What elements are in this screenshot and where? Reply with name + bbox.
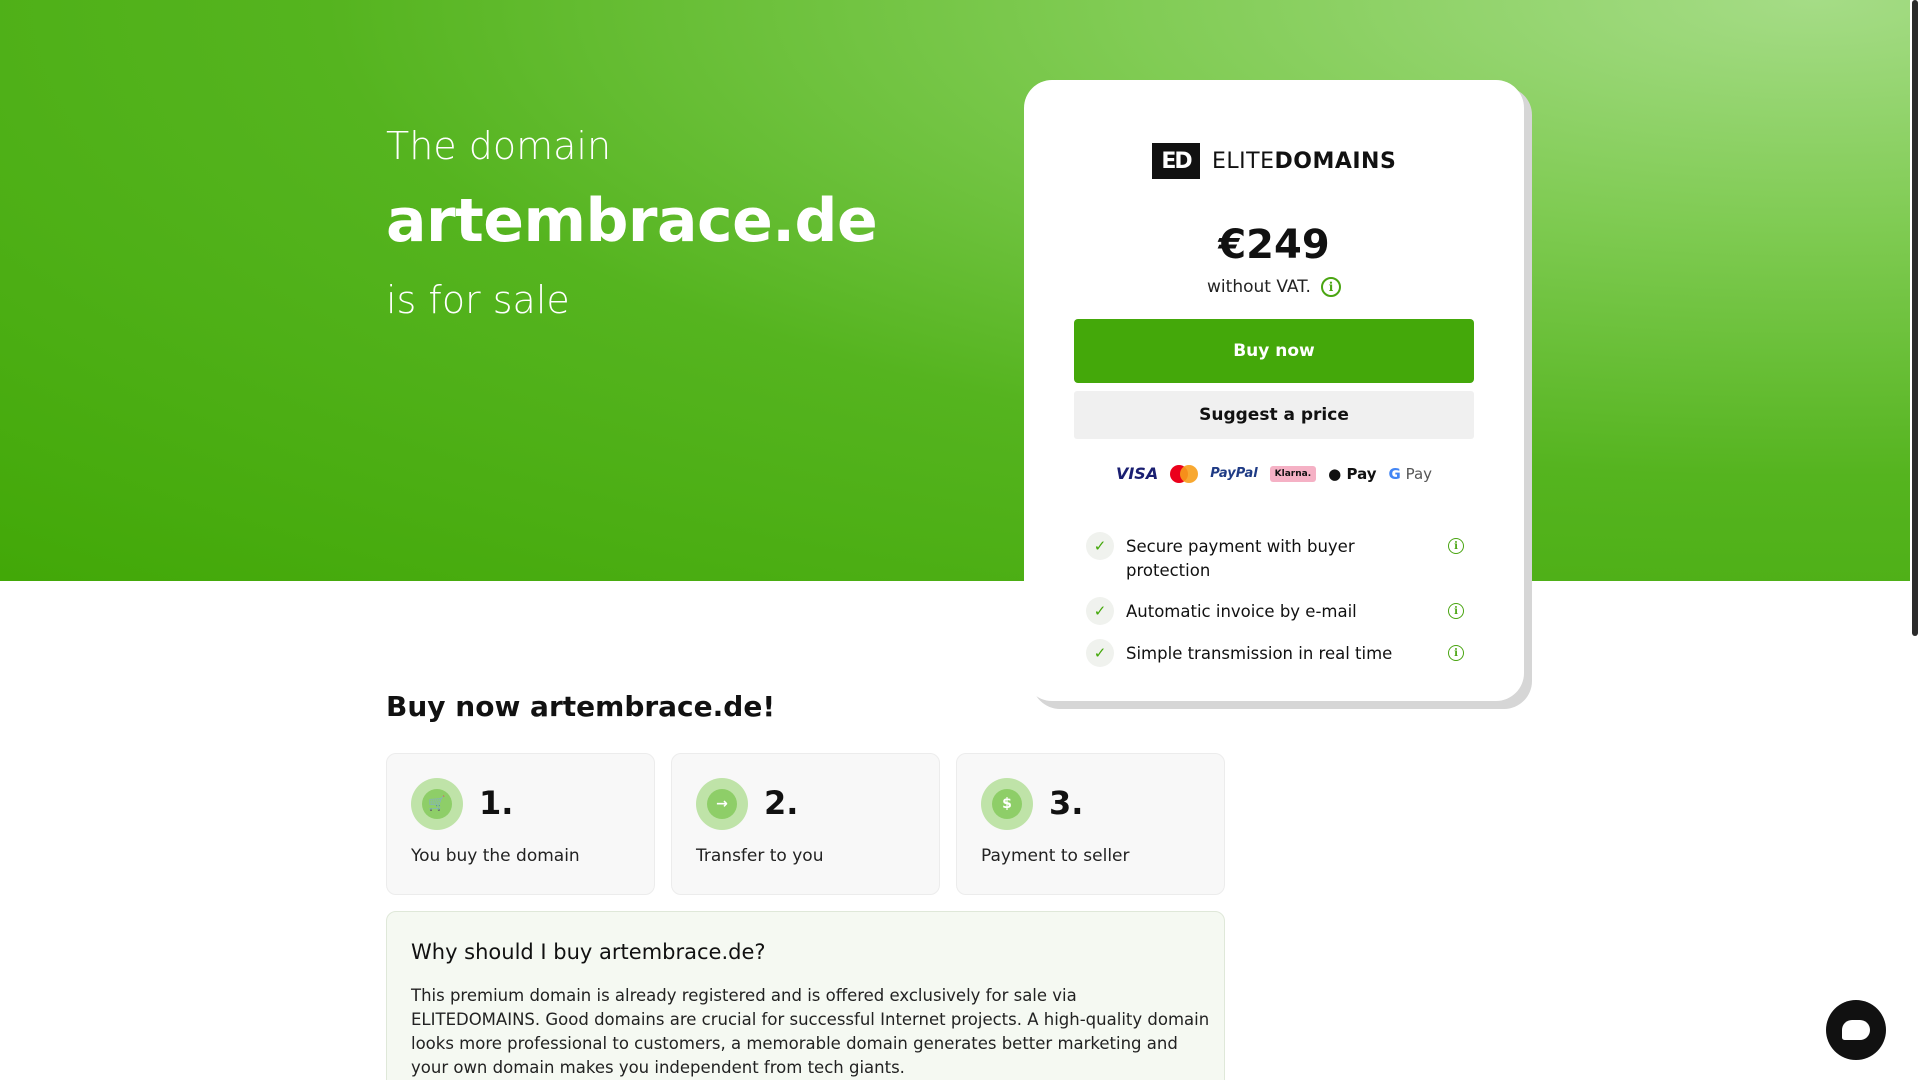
paypal-icon: PayPal bbox=[1210, 466, 1258, 481]
step-label: You buy the domain bbox=[411, 846, 580, 866]
hero-domain-name: artembrace.de bbox=[386, 186, 878, 256]
suggest-price-button[interactable]: Suggest a price bbox=[1074, 391, 1474, 439]
feature-label: Secure payment with buyer protection bbox=[1126, 537, 1355, 580]
step-number: 2. bbox=[764, 784, 799, 822]
feature-item: ✓ Secure payment with buyer protection i bbox=[1086, 532, 1466, 583]
purchase-card: ED ELITEDOMAINS €249 without VAT. i Buy … bbox=[1024, 80, 1524, 701]
info-icon[interactable]: i bbox=[1448, 538, 1464, 554]
info-icon[interactable]: i bbox=[1320, 277, 1341, 297]
check-icon: ✓ bbox=[1086, 532, 1114, 560]
payment-methods: VISA PayPal Klarna. ● Pay G Pay bbox=[1024, 464, 1524, 483]
hero-post-text: is for sale bbox=[386, 278, 570, 322]
klarna-icon: Klarna. bbox=[1269, 465, 1317, 482]
vat-label: without VAT. bbox=[1207, 277, 1311, 297]
steps-row: 🛒 1. You buy the domain → 2. Transfer to… bbox=[386, 753, 1225, 895]
check-icon: ✓ bbox=[1086, 597, 1114, 625]
scrollbar-thumb[interactable] bbox=[1912, 0, 1918, 636]
vat-note: without VAT. i bbox=[1024, 277, 1524, 297]
logo-text: ELITEDOMAINS bbox=[1212, 148, 1397, 174]
visa-icon: VISA bbox=[1115, 464, 1159, 483]
feature-list: ✓ Secure payment with buyer protection i… bbox=[1086, 532, 1466, 684]
info-icon[interactable]: i bbox=[1448, 645, 1464, 661]
mastercard-icon bbox=[1170, 464, 1199, 483]
feature-item: ✓ Simple transmission in real time i bbox=[1086, 639, 1466, 667]
hero-banner: The domain artembrace.de is for sale bbox=[0, 0, 1910, 581]
why-body: This premium domain is already registere… bbox=[411, 986, 1210, 1077]
chat-button[interactable] bbox=[1826, 1000, 1886, 1060]
feature-label: Simple transmission in real time bbox=[1126, 644, 1393, 663]
arrow-right-icon: → bbox=[696, 778, 748, 830]
section-title: Buy now artembrace.de! bbox=[386, 690, 776, 723]
buy-now-button[interactable]: Buy now bbox=[1074, 319, 1474, 383]
hero-text: The domain artembrace.de is for sale bbox=[386, 124, 878, 322]
check-icon: ✓ bbox=[1086, 639, 1114, 667]
step-card: 🛒 1. You buy the domain bbox=[386, 753, 655, 895]
step-label: Payment to seller bbox=[981, 846, 1130, 866]
price: €249 bbox=[1218, 222, 1330, 268]
dollar-icon: $ bbox=[981, 778, 1033, 830]
hero-pre-text: The domain bbox=[386, 124, 612, 168]
feature-item: ✓ Automatic invoice by e-mail i bbox=[1086, 597, 1466, 625]
scrollbar-track[interactable] bbox=[1910, 0, 1920, 1080]
step-card: → 2. Transfer to you bbox=[671, 753, 940, 895]
info-icon[interactable]: i bbox=[1448, 603, 1464, 619]
why-buy-box: Why should I buy artembrace.de? This pre… bbox=[386, 911, 1225, 1080]
elitedomains-logo[interactable]: ED ELITEDOMAINS bbox=[1152, 143, 1396, 179]
logo-mark-icon: ED bbox=[1152, 143, 1200, 179]
step-number: 3. bbox=[1049, 784, 1084, 822]
step-card: $ 3. Payment to seller bbox=[956, 753, 1225, 895]
step-label: Transfer to you bbox=[696, 846, 824, 866]
google-pay-icon: G Pay bbox=[1388, 464, 1433, 483]
cart-icon: 🛒 bbox=[411, 778, 463, 830]
step-number: 1. bbox=[479, 784, 514, 822]
feature-label: Automatic invoice by e-mail bbox=[1126, 602, 1357, 621]
why-title: Why should I buy artembrace.de? bbox=[411, 940, 766, 964]
apple-pay-icon: ● Pay bbox=[1328, 464, 1377, 483]
chat-icon bbox=[1842, 1020, 1870, 1040]
